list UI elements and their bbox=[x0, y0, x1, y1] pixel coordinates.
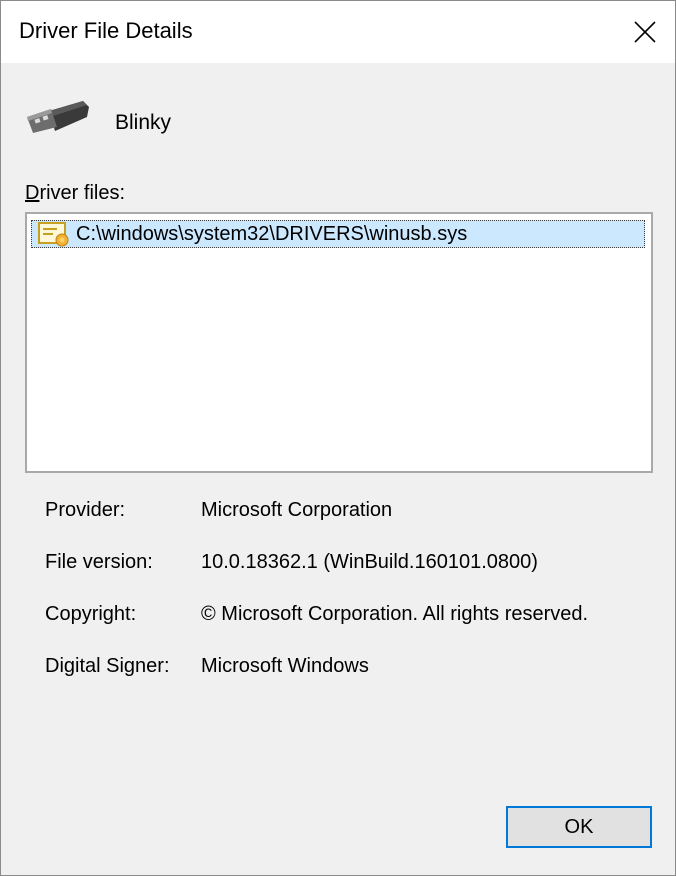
copyright-label: Copyright: bbox=[45, 603, 137, 625]
file-version-label: File version: bbox=[45, 551, 153, 573]
list-item[interactable]: C:\windows\system32\DRIVERS\winusb.sys bbox=[31, 220, 645, 248]
driver-files-list[interactable]: C:\windows\system32\DRIVERS\winusb.sys bbox=[25, 212, 653, 473]
driver-files-label-rest: river files: bbox=[39, 182, 126, 204]
dialog-title: Driver File Details bbox=[19, 18, 193, 43]
driver-files-label-accesskey: D bbox=[25, 182, 40, 204]
file-version-row: File version: 10.0.18362.1 (WinBuild.160… bbox=[45, 551, 645, 581]
copyright-value: © Microsoft Corporation. All rights rese… bbox=[201, 603, 589, 625]
provider-row: Provider: Microsoft Corporation bbox=[45, 499, 645, 529]
driver-file-path: C:\windows\system32\DRIVERS\winusb.sys bbox=[76, 222, 468, 245]
file-version-value: 10.0.18362.1 (WinBuild.160101.0800) bbox=[201, 551, 538, 573]
driver-files-label: Driver files: bbox=[25, 182, 125, 205]
ok-button-label: OK bbox=[564, 815, 594, 838]
device-name: Blinky bbox=[115, 111, 172, 134]
signed-driver-file-icon bbox=[38, 222, 69, 247]
close-icon bbox=[634, 21, 656, 43]
usb-connector-icon bbox=[27, 101, 89, 133]
ok-button[interactable]: OK bbox=[506, 806, 652, 848]
digital-signer-label: Digital Signer: bbox=[45, 655, 170, 677]
copyright-row: Copyright: © Microsoft Corporation. All … bbox=[45, 603, 645, 633]
title-bar: Driver File Details bbox=[1, 1, 675, 63]
digital-signer-row: Digital Signer: Microsoft Windows bbox=[45, 655, 645, 685]
close-button[interactable] bbox=[615, 1, 675, 63]
provider-value: Microsoft Corporation bbox=[201, 499, 393, 521]
driver-file-details-dialog: Driver File Details Blinky Driver files: bbox=[0, 0, 676, 876]
provider-label: Provider: bbox=[45, 499, 126, 521]
digital-signer-value: Microsoft Windows bbox=[201, 655, 369, 677]
